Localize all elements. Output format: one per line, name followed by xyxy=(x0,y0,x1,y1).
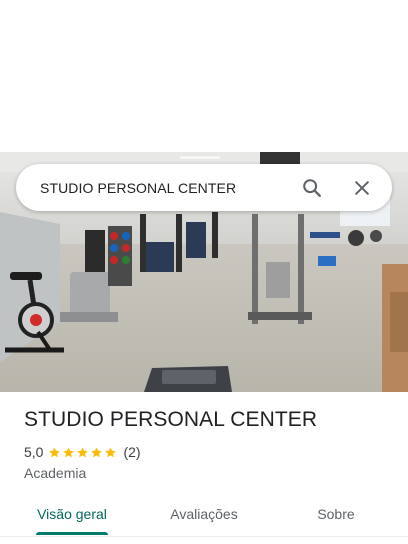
review-count[interactable]: (2) xyxy=(123,444,140,460)
rating-stars xyxy=(48,446,118,459)
close-icon xyxy=(355,180,369,195)
rating-row[interactable]: 5,0 (2) xyxy=(24,444,141,460)
active-tab-indicator xyxy=(36,532,108,535)
star-icon xyxy=(49,446,61,457)
star-icon xyxy=(63,446,75,457)
star-icon xyxy=(91,446,103,457)
search-icon xyxy=(303,178,321,197)
clear-search-button[interactable] xyxy=(346,172,378,204)
search-bar[interactable]: STUDIO PERSONAL CENTER xyxy=(16,164,392,211)
search-input[interactable]: STUDIO PERSONAL CENTER xyxy=(40,180,296,196)
tabs-divider xyxy=(0,536,408,537)
search-button[interactable] xyxy=(296,172,328,204)
tab-about-label: Sobre xyxy=(317,506,355,522)
star-icon xyxy=(77,446,89,457)
place-category[interactable]: Academia xyxy=(24,465,86,481)
star-icon xyxy=(105,446,117,457)
top-blank-area xyxy=(0,0,408,152)
place-name: STUDIO PERSONAL CENTER xyxy=(24,408,318,431)
tab-overview[interactable]: Visão geral xyxy=(24,492,120,536)
rating-value: 5,0 xyxy=(24,444,44,460)
place-tabs: Visão geral Avaliações Sobre xyxy=(0,492,408,536)
tab-reviews[interactable]: Avaliações xyxy=(156,492,252,536)
tab-overview-label: Visão geral xyxy=(37,506,107,522)
tab-reviews-label: Avaliações xyxy=(170,506,238,522)
tab-about[interactable]: Sobre xyxy=(288,492,384,536)
